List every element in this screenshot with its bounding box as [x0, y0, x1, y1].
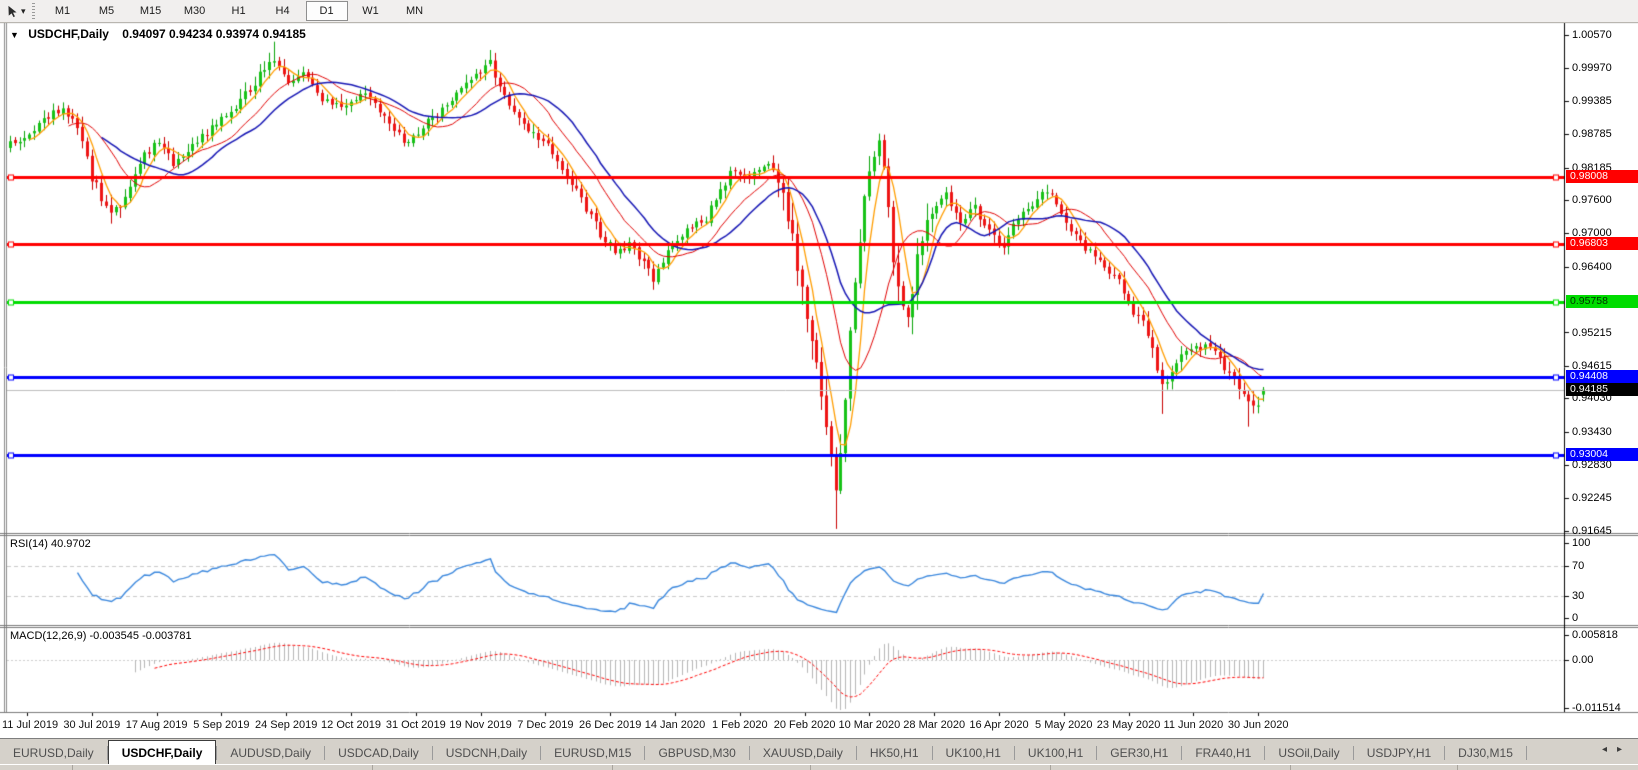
- date-axis-label: 17 Aug 2019: [125, 719, 188, 731]
- timeframe-buttons: M1 M5 M15 M30 H1 H4 D1 W1 MN: [41, 1, 437, 21]
- macd-axis-label: 0.005818: [1572, 629, 1618, 642]
- chart-tab-audusd-daily[interactable]: AUDUSD,Daily: [217, 742, 324, 765]
- price-axis-label: 0.98785: [1572, 128, 1612, 141]
- date-axis-label: 31 Oct 2019: [385, 719, 446, 731]
- chart-tab-eurusd-daily[interactable]: EURUSD,Daily: [0, 742, 107, 765]
- chart-tab-usdcad-daily[interactable]: USDCAD,Daily: [325, 742, 432, 765]
- timeframe-button-w1[interactable]: W1: [350, 1, 392, 21]
- macd-indicator-label: MACD(12,26,9) -0.003545 -0.003781: [10, 630, 192, 642]
- mt4-application-window: ▾ M1 M5 M15 M30 H1 H4 D1 W1 MN ▼ USDCHF,Daily 0.…: [0, 0, 1638, 770]
- date-axis-label: 23 May 2020: [1096, 719, 1161, 731]
- rsi-axis-label: 30: [1572, 589, 1585, 602]
- timeframe-button-m15[interactable]: M15: [130, 1, 172, 21]
- status-bar-divider: [1050, 765, 1051, 770]
- status-bar-divider: [612, 765, 613, 770]
- date-axis-label: 16 Apr 2020: [969, 719, 1029, 731]
- chart-symbol-label: USDCHF,Daily: [28, 27, 109, 41]
- chart-tab-usoil-daily[interactable]: USOil,Daily: [1265, 742, 1352, 765]
- tab-divider: [1525, 746, 1527, 760]
- date-axis-label: 24 Sep 2019: [254, 719, 318, 731]
- date-axis-label: 5 Sep 2019: [193, 719, 250, 731]
- chart-ohlc-values: 0.94097 0.94234 0.93974 0.94185: [122, 27, 306, 41]
- macd-axis-label: 0.00: [1572, 654, 1594, 666]
- price-axis-label: 1.00570: [1572, 29, 1612, 41]
- level-price-tag: 0.96803: [1566, 237, 1638, 250]
- rsi-axis-label: 70: [1572, 559, 1585, 572]
- timeframe-button-mn[interactable]: MN: [394, 1, 436, 21]
- timeframe-toolbar: ▾ M1 M5 M15 M30 H1 H4 D1 W1 MN: [0, 0, 1638, 23]
- price-axis-label: 0.97600: [1572, 194, 1612, 206]
- timeframe-button-m1[interactable]: M1: [42, 1, 84, 21]
- macd-axis-label: -0.011514: [1572, 702, 1621, 715]
- price-axis-label: 0.93430: [1572, 425, 1612, 438]
- level-price-tag: 0.94408: [1566, 370, 1638, 383]
- price-axis-label: 0.95215: [1572, 326, 1612, 339]
- chart-tab-usdcnh-daily[interactable]: USDCNH,Daily: [433, 742, 540, 765]
- status-bar-divider: [1457, 765, 1458, 770]
- timeframe-button-d1[interactable]: D1: [305, 1, 348, 21]
- chart-title: ▼ USDCHF,Daily 0.94097 0.94234 0.93974 0…: [10, 27, 306, 41]
- status-bar: [0, 764, 1638, 770]
- chart-tab-usdchf-daily[interactable]: USDCHF,Daily: [107, 740, 217, 765]
- chevron-down-icon[interactable]: ▾: [21, 6, 26, 17]
- pointer-icon: [7, 5, 17, 17]
- price-axis-label: 0.96400: [1572, 260, 1612, 273]
- price-axis-label: 0.92245: [1572, 491, 1612, 504]
- rsi-axis-label: 100: [1572, 537, 1591, 549]
- cursor-tool-icon[interactable]: [3, 2, 21, 20]
- date-axis-label: 5 May 2020: [1035, 719, 1093, 731]
- date-axis-label: 26 Dec 2019: [578, 719, 642, 731]
- collapse-triangle-icon[interactable]: ▼: [10, 30, 19, 40]
- chart-tab-hk50-h1[interactable]: HK50,H1: [857, 742, 932, 765]
- chart-tab-fra40-h1[interactable]: FRA40,H1: [1182, 742, 1264, 765]
- date-axis-label: 11 Jul 2019: [2, 719, 59, 731]
- date-axis-label: 14 Jan 2020: [644, 719, 706, 731]
- chart-tab-eurusd-m15[interactable]: EURUSD,M15: [541, 742, 644, 765]
- date-axis-label: 11 Jun 2020: [1163, 719, 1224, 731]
- status-bar-divider: [372, 765, 373, 770]
- date-axis-label: 10 Mar 2020: [838, 719, 901, 731]
- chart-tab-gbpusd-m30[interactable]: GBPUSD,M30: [645, 742, 748, 765]
- status-bar-divider: [810, 765, 811, 770]
- toolbar-grip: [31, 3, 35, 19]
- price-chart-canvas[interactable]: [0, 0, 1638, 770]
- chart-tab-uk100-h1[interactable]: UK100,H1: [933, 742, 1014, 765]
- date-axis-label: 19 Nov 2019: [449, 719, 512, 731]
- price-axis-label: 0.99385: [1572, 94, 1612, 107]
- level-price-tag: 0.95758: [1566, 295, 1638, 308]
- status-bar-divider: [72, 765, 73, 770]
- chart-tab-xauusd-daily[interactable]: XAUUSD,Daily: [750, 742, 856, 765]
- level-price-tag: 0.98008: [1566, 170, 1638, 183]
- date-axis-label: 1 Feb 2020: [711, 719, 768, 731]
- timeframe-button-m30[interactable]: M30: [174, 1, 216, 21]
- chart-tab-uk100-h1[interactable]: UK100,H1: [1015, 742, 1096, 765]
- tab-scroll-left-icon[interactable]: ◂: [1602, 744, 1617, 755]
- timeframe-button-m5[interactable]: M5: [86, 1, 128, 21]
- price-axis-label: 0.99970: [1572, 62, 1612, 75]
- date-axis-label: 12 Oct 2019: [321, 719, 381, 731]
- current-price-tag: 0.94185: [1566, 383, 1638, 396]
- price-axis-label: 0.91645: [1572, 524, 1612, 537]
- chart-tab-ger30-h1[interactable]: GER30,H1: [1097, 742, 1181, 765]
- status-bar-divider: [1290, 765, 1291, 770]
- timeframe-button-h1[interactable]: H1: [218, 1, 260, 21]
- rsi-indicator-label: RSI(14) 40.9702: [10, 538, 91, 550]
- tab-scroll-right-icon[interactable]: ▸: [1617, 744, 1632, 755]
- timeframe-button-h4[interactable]: H4: [262, 1, 304, 21]
- level-price-tag: 0.93004: [1566, 448, 1638, 461]
- chart-tab-usdjpy-h1[interactable]: USDJPY,H1: [1354, 742, 1444, 765]
- date-axis-label: 30 Jul 2019: [63, 719, 121, 731]
- date-axis-label: 20 Feb 2020: [773, 719, 836, 731]
- date-axis-label: 7 Dec 2019: [517, 719, 574, 731]
- date-axis-label: 30 Jun 2020: [1227, 719, 1289, 731]
- tab-scroll-arrows: ◂▸: [1602, 744, 1632, 755]
- chart-tab-dj30-m15[interactable]: DJ30,M15: [1445, 742, 1526, 765]
- date-axis-label: 28 Mar 2020: [903, 719, 966, 731]
- chart-tab-bar: EURUSD,Daily USDCHF,Daily AUDUSD,Daily USDC…: [0, 738, 1638, 765]
- rsi-axis-label: 0: [1572, 612, 1579, 624]
